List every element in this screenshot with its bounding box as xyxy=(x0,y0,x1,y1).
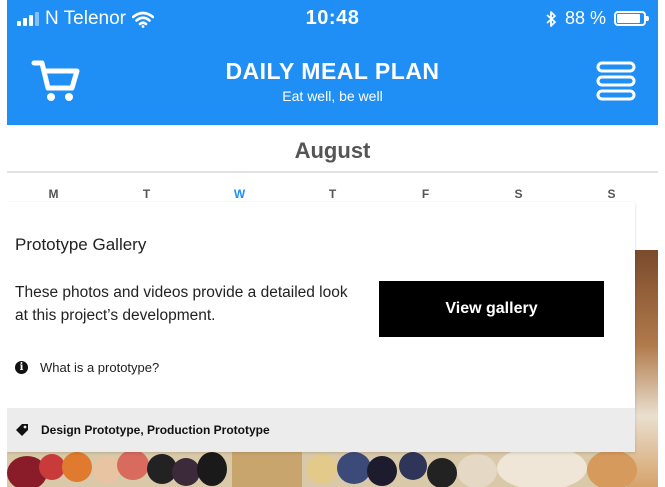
info-icon: i xyxy=(15,361,28,374)
month-title: August xyxy=(7,125,658,173)
phone-screen: N Telenor 10:48 88 % DAILY MEAL PLAN Eat… xyxy=(7,0,658,487)
weekday-label-current[interactable]: W xyxy=(193,187,286,201)
weekday-label[interactable]: S xyxy=(472,187,565,201)
what-is-prototype-link[interactable]: i What is a prototype? xyxy=(15,360,159,375)
tag-list: Design Prototype, Production Prototype xyxy=(41,423,270,437)
weekday-label[interactable]: T xyxy=(100,187,193,201)
battery-level-fill xyxy=(617,14,640,23)
info-link-label[interactable]: What is a prototype? xyxy=(40,360,159,375)
weekday-label[interactable]: T xyxy=(286,187,379,201)
battery-percent: 88 % xyxy=(564,8,606,28)
photo-food-detail xyxy=(7,442,658,487)
weekday-label[interactable]: M xyxy=(7,187,100,201)
prototype-gallery-card: Prototype Gallery These photos and video… xyxy=(7,202,635,452)
menu-icon[interactable] xyxy=(596,60,636,102)
card-description: These photos and videos provide a detail… xyxy=(15,284,348,324)
card-title: Prototype Gallery xyxy=(15,235,147,254)
app-title: DAILY MEAL PLAN xyxy=(225,58,440,84)
tag-bar: Design Prototype, Production Prototype xyxy=(7,408,635,452)
weekday-label[interactable]: F xyxy=(379,187,472,201)
weekday-row: M T W T F S S xyxy=(7,187,658,201)
app-subtitle: Eat well, be well xyxy=(282,88,383,104)
battery-icon xyxy=(614,11,649,26)
bluetooth-icon xyxy=(546,10,556,27)
view-gallery-button[interactable]: View gallery xyxy=(379,281,604,337)
app-header: DAILY MEAL PLAN Eat well, be well xyxy=(7,38,658,125)
tag-icon xyxy=(16,424,28,436)
status-right: 88 % xyxy=(546,8,649,29)
status-bar: N Telenor 10:48 88 % xyxy=(7,0,658,38)
weekday-label[interactable]: S xyxy=(565,187,658,201)
